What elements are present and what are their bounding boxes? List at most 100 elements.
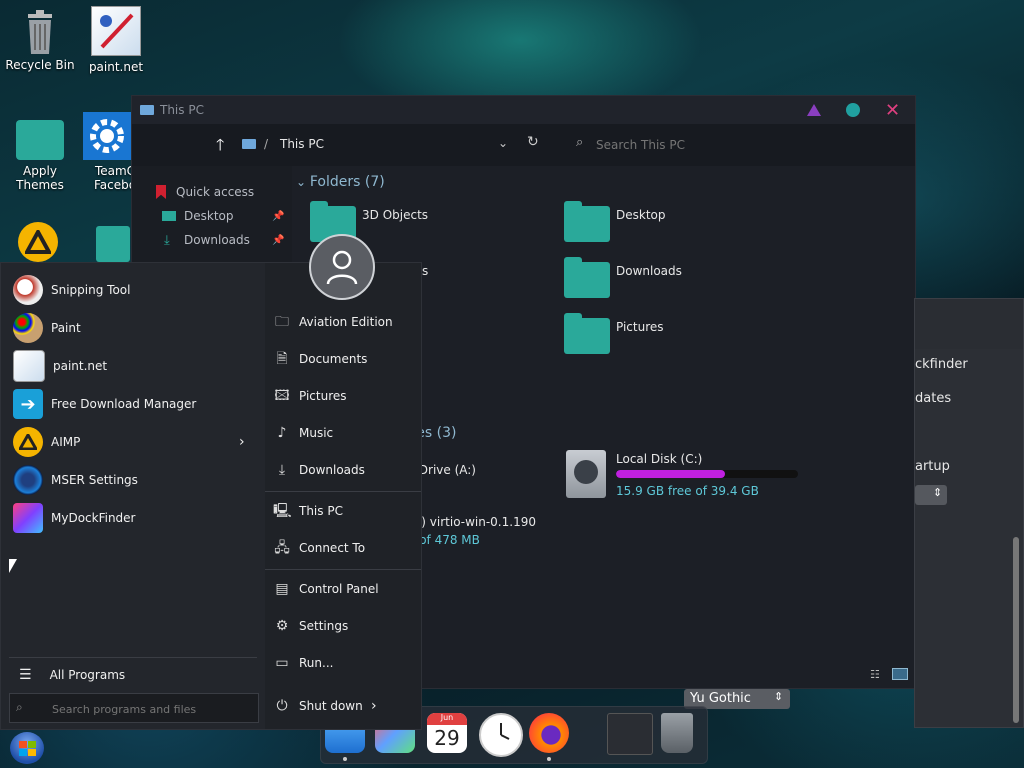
details-view-icon[interactable]: ☷ xyxy=(870,668,880,681)
link-label: Control Panel xyxy=(299,582,379,596)
link-label: Pictures xyxy=(299,389,347,403)
folder-label: Desktop xyxy=(616,208,666,222)
breadcrumb[interactable]: This PC xyxy=(280,137,324,151)
document-icon: 🗎 xyxy=(276,351,288,367)
calendar-day: 29 xyxy=(434,726,460,750)
pin-icon[interactable]: 📌 xyxy=(272,235,284,246)
sidebar-item-downloads[interactable]: ⤓ Downloads 📌 xyxy=(132,228,292,252)
cursor-icon xyxy=(9,559,17,573)
all-programs-button[interactable]: ☰ All Programs xyxy=(1,657,265,693)
desktop-icon-recycle-bin[interactable]: Recycle Bin xyxy=(0,6,80,72)
app-label: Snipping Tool xyxy=(51,283,131,297)
desktop-icon-label: paint.net xyxy=(88,60,144,74)
folder-downloads[interactable]: Downloads xyxy=(564,257,682,298)
local-disk-c[interactable]: Local Disk (C:) 15.9 GB free of 39.4 GB xyxy=(566,450,806,500)
drive-free-space: 15.9 GB free of 39.4 GB xyxy=(616,484,759,498)
hard-drive-icon xyxy=(566,450,606,498)
sidebar-item-desktop[interactable]: Desktop 📌 xyxy=(132,204,292,228)
chevron-right-icon[interactable]: › xyxy=(239,434,245,450)
link-label: Settings xyxy=(299,619,349,633)
link-this-pc[interactable]: 🖳 This PC xyxy=(271,494,421,528)
large-icons-view-icon[interactable] xyxy=(892,668,908,680)
app-label: MyDockFinder xyxy=(51,511,136,525)
link-control-panel[interactable]: ▤ Control Panel xyxy=(271,572,421,606)
link-documents[interactable]: 🗎 Documents xyxy=(271,342,421,376)
refresh-icon[interactable]: ↻ xyxy=(527,134,539,150)
folder-pictures[interactable]: Pictures xyxy=(564,313,664,354)
fdm-icon: ➔ xyxy=(13,389,43,419)
mser-icon xyxy=(13,465,43,495)
windows-logo-icon xyxy=(18,740,36,756)
desktop-icon-label: Apply Themes xyxy=(16,164,64,192)
folder-icon[interactable] xyxy=(96,226,130,262)
close-icon[interactable]: ✕ xyxy=(885,100,900,121)
minimize-triangle-icon[interactable] xyxy=(807,104,821,116)
calendar-month: Jun xyxy=(427,713,467,725)
folder-desktop[interactable]: Desktop xyxy=(564,201,666,242)
search-input[interactable] xyxy=(594,134,898,156)
paint-icon xyxy=(13,313,43,343)
settings-select[interactable]: ⇕ xyxy=(915,485,947,505)
scrollbar[interactable] xyxy=(1013,537,1019,723)
drive-usage-bar xyxy=(616,470,798,478)
picture-icon: 🖾 xyxy=(274,388,290,404)
start-menu: Snipping Tool Paint paint.net ➔ Free Dow… xyxy=(0,262,422,730)
aimp-icon xyxy=(13,427,43,457)
app-mydockfinder[interactable]: MyDockFinder xyxy=(1,500,265,536)
search-icon: ⌕ xyxy=(576,135,584,150)
start-search-input[interactable] xyxy=(50,699,254,719)
clock-dock-icon[interactable] xyxy=(479,713,523,757)
desktop-icon-apply-themes[interactable]: Apply Themes xyxy=(0,116,80,192)
monitor-icon xyxy=(242,139,256,149)
start-button[interactable] xyxy=(10,732,44,764)
firefox-dock-icon[interactable] xyxy=(529,713,569,753)
list-icon: ☰ xyxy=(19,667,32,683)
app-mser-settings[interactable]: MSER Settings xyxy=(1,462,265,498)
download-arrow-icon: ⤓ xyxy=(278,462,286,478)
all-programs-label: All Programs xyxy=(49,668,126,682)
sidebar-item-label: Downloads xyxy=(184,233,250,247)
gear-icon xyxy=(83,112,131,160)
folder-icon xyxy=(564,201,610,242)
drive-usage-fill xyxy=(616,470,726,478)
folder-label: Pictures xyxy=(616,320,664,334)
cd-drive-label[interactable]: D:) virtio-win-0.1.190 xyxy=(408,515,536,529)
control-panel-icon: ▤ xyxy=(275,581,289,597)
maximize-circle-icon[interactable] xyxy=(846,103,860,117)
chevron-updown-icon: ⇕ xyxy=(774,690,784,703)
link-pictures[interactable]: 🖾 Pictures xyxy=(271,379,421,413)
calendar-dock-icon[interactable]: Jun 29 xyxy=(427,713,467,753)
download-icon: ⤓ xyxy=(164,232,170,248)
app-free-download-manager[interactable]: ➔ Free Download Manager xyxy=(1,386,265,422)
window-preview-dock-icon[interactable] xyxy=(607,713,653,755)
mydockfinder-icon xyxy=(13,503,43,533)
drive-label: Local Disk (C:) xyxy=(616,452,703,466)
desktop-icon-paintnet[interactable]: paint.net xyxy=(76,6,156,74)
shutdown-button[interactable]: ⏻ Shut down › xyxy=(271,689,421,723)
start-search-box[interactable]: ⌕ xyxy=(9,693,259,723)
avatar[interactable] xyxy=(309,234,375,300)
app-paintnet[interactable]: paint.net xyxy=(1,348,265,384)
app-paint[interactable]: Paint xyxy=(1,310,265,346)
app-aimp[interactable]: AIMP › xyxy=(1,424,265,460)
aimp-desktop-icon[interactable] xyxy=(18,222,58,262)
titlebar[interactable]: This PC ✕ xyxy=(132,96,915,124)
link-downloads[interactable]: ⤓ Downloads xyxy=(271,453,421,487)
chevron-right-icon[interactable]: › xyxy=(371,698,377,714)
link-music[interactable]: ♪ Music xyxy=(271,416,421,450)
folders-group-header[interactable]: ⌄ Folders (7) xyxy=(296,174,385,190)
sidebar-item-quick-access[interactable]: Quick access xyxy=(132,180,292,204)
link-aviation-edition[interactable]: 🗀 Aviation Edition xyxy=(271,305,421,339)
chevron-down-icon[interactable]: ⌄ xyxy=(498,136,508,150)
trash-dock-icon[interactable] xyxy=(661,713,693,753)
app-snipping-tool[interactable]: Snipping Tool xyxy=(1,272,265,308)
running-indicator xyxy=(343,757,347,761)
link-connect-to[interactable]: 🖧 Connect To xyxy=(271,531,421,565)
link-run[interactable]: ▭ Run... xyxy=(271,646,421,680)
pin-icon[interactable]: 📌 xyxy=(272,211,284,222)
up-arrow-icon[interactable]: 🡑 xyxy=(216,134,224,161)
link-settings[interactable]: ⚙ Settings xyxy=(271,609,421,643)
running-indicator xyxy=(547,757,551,761)
link-label: Downloads xyxy=(299,463,365,477)
sidebar-item-label: Desktop xyxy=(184,209,234,223)
